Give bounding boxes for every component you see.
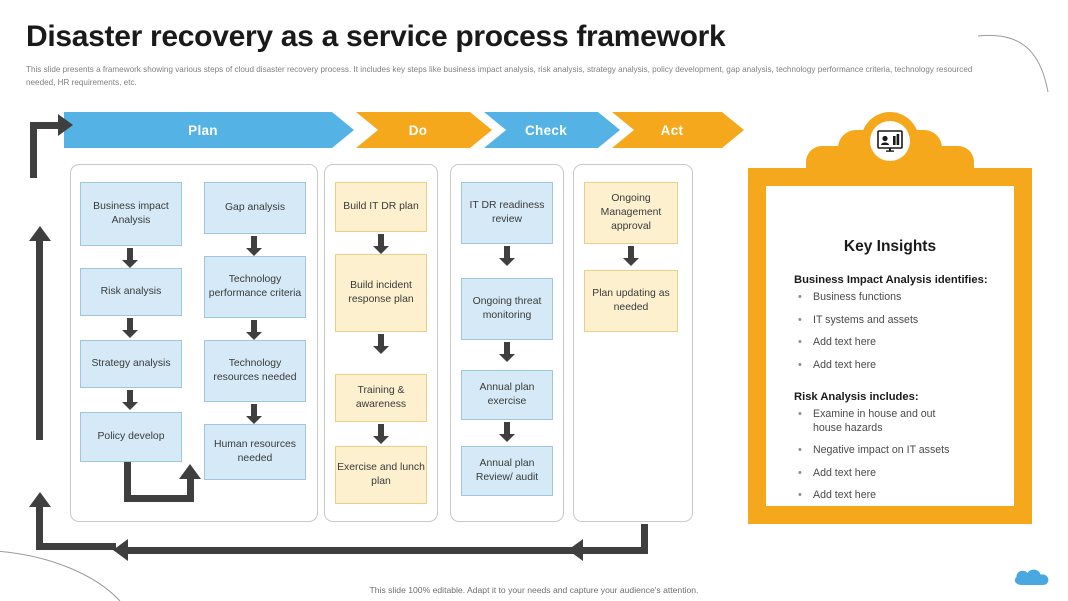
entry-arrow-head: [58, 114, 73, 136]
connector-arrow-c3-1: [373, 234, 389, 254]
key-insights-section-heading-2: Risk Analysis includes:: [794, 391, 919, 404]
step-label: Strategy analysis: [91, 358, 171, 370]
connector-arrow-c1-2: [122, 318, 138, 338]
step-label: Annual plan Review/ audit: [475, 458, 539, 483]
connector-arrow-c4-1: [499, 246, 515, 266]
phase-label-act: Act: [660, 122, 684, 138]
cloud-icon: [1014, 569, 1049, 585]
phase-label-check: Check: [524, 122, 568, 138]
list-item: IT systems and assets: [796, 313, 998, 328]
connector-arrow-c4-2: [499, 342, 515, 362]
step-box-plan-updating-as-needed[interactable]: Plan updating as needed: [584, 270, 678, 332]
step-box-policy-develop[interactable]: Policy develop: [80, 412, 182, 462]
footer-note: This slide 100% editable. Adapt it to yo…: [369, 585, 699, 595]
presentation-chart-icon: [877, 130, 903, 152]
feedback-arrow-long-head: [29, 226, 51, 241]
step-box-technology-performance-criteria[interactable]: Technology performance criteria: [204, 256, 306, 318]
entry-arrow-stem-vertical: [30, 122, 37, 178]
step-label: IT DR readiness review: [469, 200, 545, 225]
step-box-gap-analysis[interactable]: Gap analysis: [204, 182, 306, 234]
clipboard-icon-badge: [861, 112, 919, 170]
step-box-it-dr-readiness-review[interactable]: IT DR readiness review: [461, 182, 553, 244]
list-item: Add text here: [796, 335, 998, 350]
step-box-human-resources-needed[interactable]: Human resources needed: [204, 424, 306, 480]
loop-arrow-vertical-up: [187, 478, 194, 502]
step-label: Human resources needed: [213, 439, 296, 464]
key-insights-inner: Key Insights Business Impact Analysis id…: [766, 186, 1014, 506]
step-box-training-awareness[interactable]: Training & awareness: [335, 374, 427, 422]
step-label: Business impact Analysis: [93, 201, 169, 226]
connector-arrow-c1-1: [122, 248, 138, 268]
step-label: Exercise and lunch plan: [337, 462, 425, 487]
key-insights-list-2: Examine in house and out house hazards N…: [796, 407, 998, 503]
list-item: Negative impact on IT assets: [796, 443, 998, 458]
page-subtitle: This slide presents a framework showing …: [26, 65, 973, 87]
connector-arrow-c2-1: [246, 236, 262, 256]
phase-banner: Plan Do Check Act: [64, 112, 744, 148]
step-label: Build IT DR plan: [343, 201, 419, 213]
step-label: Training & awareness: [355, 385, 407, 410]
step-box-risk-analysis[interactable]: Risk analysis: [80, 268, 182, 316]
key-insights-spacer: [794, 381, 998, 391]
phase-label-do: Do: [408, 122, 428, 138]
step-label: Plan updating as needed: [592, 288, 670, 313]
step-label: Technology resources needed: [213, 358, 297, 383]
step-box-exercise-and-lunch-plan[interactable]: Exercise and lunch plan: [335, 446, 427, 504]
step-box-ongoing-management-approval[interactable]: Ongoing Management approval: [584, 182, 678, 244]
step-box-annual-plan-review-audit[interactable]: Annual plan Review/ audit: [461, 446, 553, 496]
step-box-build-it-dr-plan[interactable]: Build IT DR plan: [335, 182, 427, 232]
return-arrow-bottom-head-2: [568, 539, 583, 561]
connector-arrow-c2-3: [246, 404, 262, 424]
step-box-ongoing-threat-monitoring[interactable]: Ongoing threat monitoring: [461, 278, 553, 340]
connector-arrow-c2-2: [246, 320, 262, 340]
key-insights-panel: Key Insights Business Impact Analysis id…: [748, 168, 1032, 524]
key-insights-list-1: Business functions IT systems and assets…: [796, 290, 998, 373]
connector-arrow-c1-3: [122, 390, 138, 410]
page-title: Disaster recovery as a service process f…: [26, 20, 726, 53]
step-box-build-incident-response-plan[interactable]: Build incident response plan: [335, 254, 427, 332]
list-item: Add text here: [796, 358, 998, 373]
key-insights-title: Key Insights: [843, 238, 937, 255]
list-item: Examine in house and out house hazards: [796, 407, 966, 435]
step-box-annual-plan-exercise[interactable]: Annual plan exercise: [461, 370, 553, 420]
step-label: Ongoing Management approval: [600, 193, 662, 232]
slide-canvas: Disaster recovery as a service process f…: [0, 0, 1068, 601]
phase-chevron-do[interactable]: Do: [356, 112, 492, 148]
step-label: Build incident response plan: [348, 280, 414, 305]
loop-arrow-horizontal: [124, 495, 194, 502]
key-insights-body: Business Impact Analysis identifies: Bus…: [794, 274, 998, 512]
return-arrow-bottom-seg-2: [583, 547, 647, 554]
step-box-technology-resources-needed[interactable]: Technology resources needed: [204, 340, 306, 402]
connector-arrow-c3-3: [373, 424, 389, 444]
phase-chevron-act[interactable]: Act: [612, 112, 744, 148]
return-arrow-left-head: [29, 492, 51, 507]
connector-arrow-c4-3: [499, 422, 515, 442]
connector-arrow-c5-1: [623, 246, 639, 266]
step-label: Gap analysis: [224, 202, 286, 214]
phase-chevron-check[interactable]: Check: [484, 112, 620, 148]
step-label: Annual plan exercise: [479, 382, 535, 407]
loop-arrow-head: [179, 464, 201, 479]
entry-arrow-stem-horizontal: [30, 122, 60, 129]
step-label: Risk analysis: [100, 286, 162, 298]
step-box-strategy-analysis[interactable]: Strategy analysis: [80, 340, 182, 388]
step-box-business-impact-analysis[interactable]: Business impact Analysis: [80, 182, 182, 246]
phase-chevron-plan[interactable]: Plan: [64, 112, 354, 148]
phase-label-plan: Plan: [188, 122, 218, 138]
list-item: Add text here: [796, 466, 998, 481]
list-item: Business functions: [796, 290, 998, 305]
list-item: Add text here: [796, 488, 998, 503]
return-arrow-bottom-head: [113, 539, 128, 561]
step-label: Ongoing threat monitoring: [472, 296, 542, 321]
return-arrow-left-horizontal: [36, 543, 116, 550]
key-insights-section-heading-1: Business Impact Analysis identifies:: [794, 274, 988, 286]
step-label: Policy develop: [97, 431, 165, 443]
connector-arrow-c3-2: [373, 334, 389, 354]
step-label: Technology performance criteria: [208, 274, 302, 299]
feedback-arrow-long-stem: [36, 240, 43, 440]
